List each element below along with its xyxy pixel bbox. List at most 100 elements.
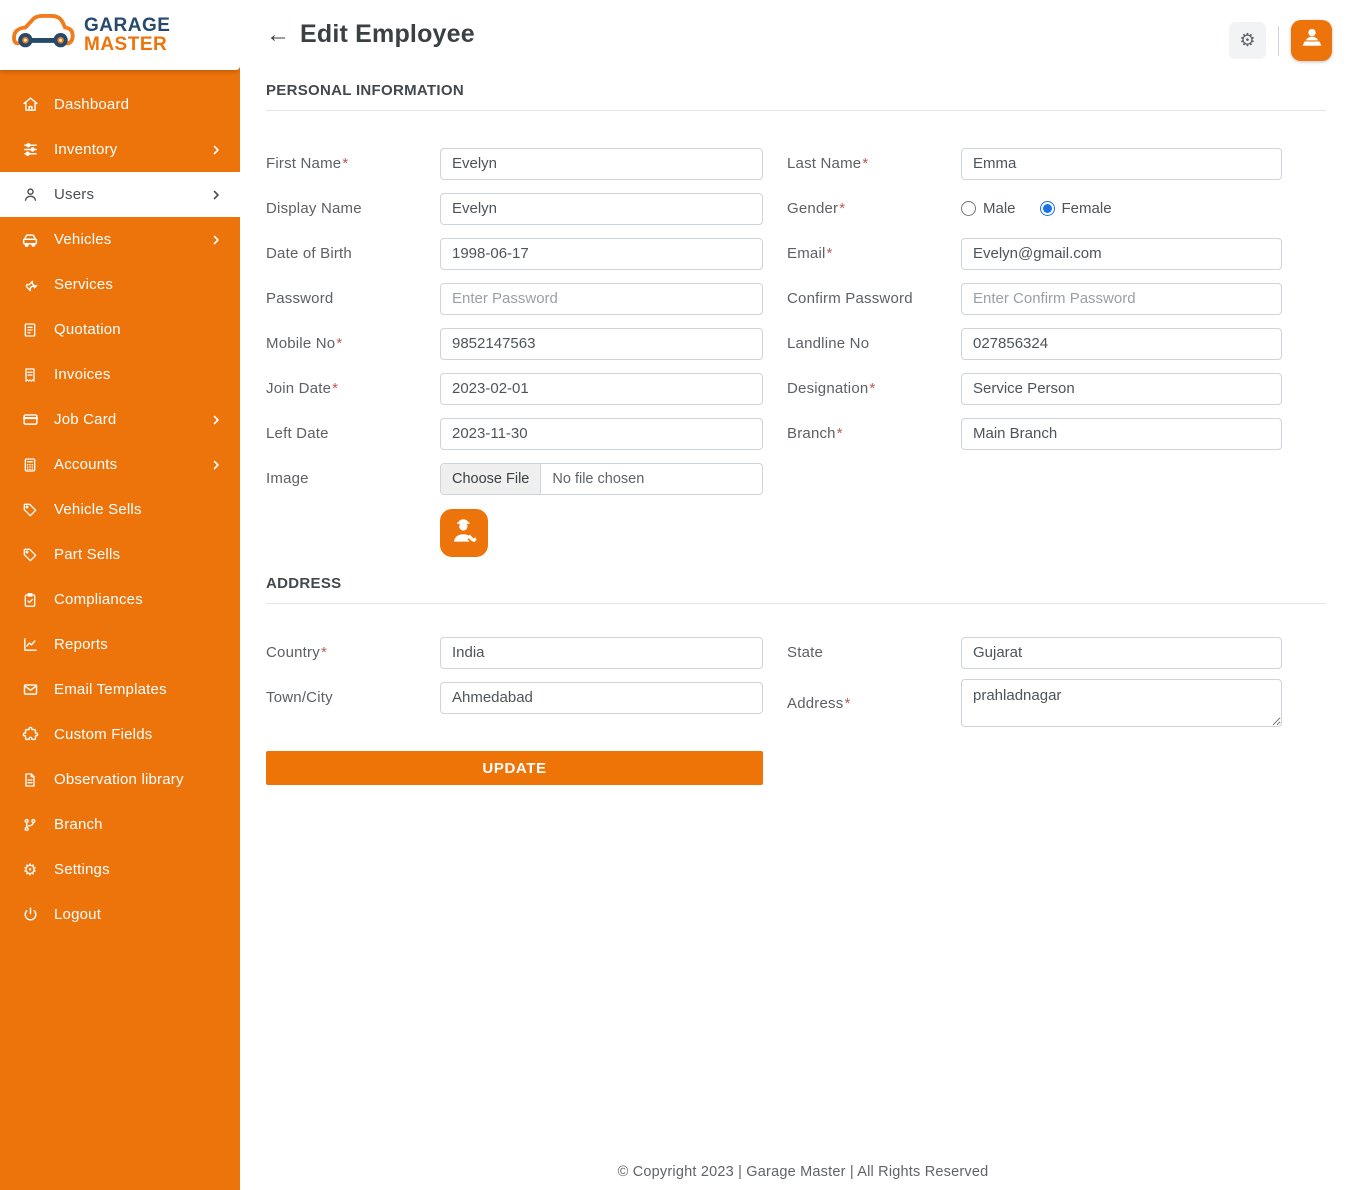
- email-input[interactable]: [961, 237, 1282, 270]
- sidebar-item-label: Settings: [54, 861, 110, 878]
- sidebar-item-settings[interactable]: ⚙ Settings: [0, 847, 240, 892]
- sidebar-item-vehicle-sells[interactable]: Vehicle Sells: [0, 487, 240, 532]
- chevron-right-icon: [210, 414, 222, 426]
- gender-female-option[interactable]: Female: [1039, 200, 1112, 217]
- display-name-label: Display Name: [266, 200, 362, 217]
- update-button[interactable]: UPDATE: [266, 751, 763, 785]
- sidebar-item-label: Invoices: [54, 366, 111, 383]
- sidebar-item-dashboard[interactable]: Dashboard: [0, 82, 240, 127]
- last-name-input[interactable]: [961, 147, 1282, 180]
- sidebar-item-quotation[interactable]: Quotation: [0, 307, 240, 352]
- sidebar-item-reports[interactable]: Reports: [0, 622, 240, 667]
- settings-button[interactable]: ⚙: [1229, 22, 1266, 59]
- town-city-label: Town/City: [266, 689, 333, 706]
- car-icon: [20, 230, 40, 250]
- git-branch-icon: [20, 815, 40, 835]
- page-title: Edit Employee: [300, 20, 475, 48]
- gender-male-option[interactable]: Male: [961, 200, 1016, 217]
- confirm-password-row: Confirm Password: [787, 276, 1282, 321]
- country-input[interactable]: [440, 636, 763, 669]
- last-name-row: Last Name*: [787, 141, 1282, 186]
- landline-no-row: Landline No: [787, 321, 1282, 366]
- town-city-input[interactable]: [440, 681, 763, 714]
- sidebar-item-label: Job Card: [54, 411, 117, 428]
- sidebar-item-inventory[interactable]: Inventory: [0, 127, 240, 172]
- landline-no-label: Landline No: [787, 335, 870, 352]
- main-content: ← Edit Employee ⚙ PERSONAL INFORMATION F…: [240, 0, 1366, 1190]
- home-icon: [20, 95, 40, 115]
- sidebar-item-label: Reports: [54, 636, 108, 653]
- sidebar-item-label: Users: [54, 186, 95, 203]
- display-name-row: Display Name: [266, 186, 763, 231]
- sidebar-item-vehicles[interactable]: Vehicles: [0, 217, 240, 262]
- file-status-text: No file chosen: [552, 470, 645, 487]
- sidebar-item-job-card[interactable]: Job Card: [0, 397, 240, 442]
- display-name-input[interactable]: [440, 192, 763, 225]
- chart-line-icon: [20, 635, 40, 655]
- designation-input[interactable]: [961, 372, 1282, 405]
- profile-avatar[interactable]: [1291, 20, 1332, 61]
- gender-radio-group: Male Female: [961, 200, 1112, 217]
- sliders-icon: [20, 140, 40, 160]
- edit-employee-form: PERSONAL INFORMATION First Name* Display…: [240, 82, 1366, 785]
- address-row: Address* prahladnagar: [787, 675, 1282, 731]
- first-name-input[interactable]: [440, 147, 763, 180]
- left-date-label: Left Date: [266, 425, 329, 442]
- mobile-no-input[interactable]: [440, 327, 763, 360]
- receipt-icon: [20, 365, 40, 385]
- join-date-row: Join Date*: [266, 366, 763, 411]
- branch-label: Branch*: [787, 425, 843, 442]
- image-file-input[interactable]: Choose File No file chosen: [440, 462, 763, 495]
- sidebar-item-branch[interactable]: Branch: [0, 802, 240, 847]
- sidebar-item-part-sells[interactable]: Part Sells: [0, 532, 240, 577]
- mobile-no-label: Mobile No*: [266, 335, 343, 352]
- wrench-icon: [20, 275, 40, 295]
- sidebar-item-email-templates[interactable]: Email Templates: [0, 667, 240, 712]
- sidebar-item-accounts[interactable]: Accounts: [0, 442, 240, 487]
- left-date-input[interactable]: [440, 417, 763, 450]
- join-date-input[interactable]: [440, 372, 763, 405]
- sidebar-item-services[interactable]: Services: [0, 262, 240, 307]
- sidebar-item-label: Compliances: [54, 591, 143, 608]
- back-arrow-icon[interactable]: ←: [266, 22, 290, 47]
- landline-no-input[interactable]: [961, 327, 1282, 360]
- mobile-no-row: Mobile No*: [266, 321, 763, 366]
- chevron-right-icon: [210, 144, 222, 156]
- address-left-column: Country* Town/City: [266, 630, 763, 720]
- sidebar-item-label: Services: [54, 276, 114, 293]
- gender-female-radio[interactable]: [1039, 201, 1055, 216]
- sidebar-item-observation-library[interactable]: Observation library: [0, 757, 240, 802]
- sidebar: GARAGE MASTER Dashboard Inventory Users Veh…: [0, 0, 240, 1190]
- credit-card-icon: [20, 410, 40, 430]
- footer-copyright: © Copyright 2023 | Garage Master | All R…: [617, 1164, 989, 1180]
- sidebar-item-compliances[interactable]: Compliances: [0, 577, 240, 622]
- garage-master-car-wrench-logo-icon: [10, 11, 76, 60]
- branch-row: Branch*: [787, 411, 1282, 456]
- personal-information-heading: PERSONAL INFORMATION: [266, 82, 464, 99]
- file-icon: [20, 770, 40, 790]
- choose-file-button[interactable]: Choose File: [441, 463, 542, 494]
- state-input[interactable]: [961, 636, 1282, 669]
- branch-input[interactable]: [961, 417, 1282, 450]
- image-label: Image: [266, 470, 309, 487]
- sidebar-item-custom-fields[interactable]: Custom Fields: [0, 712, 240, 757]
- sidebar-item-invoices[interactable]: Invoices: [0, 352, 240, 397]
- file-invoice-icon: [20, 320, 40, 340]
- state-row: State: [787, 630, 1282, 675]
- user-icon: [20, 185, 40, 205]
- confirm-password-input[interactable]: [961, 282, 1282, 315]
- brand-logo[interactable]: GARAGE MASTER: [0, 0, 240, 70]
- tag-icon: [20, 500, 40, 520]
- gender-male-radio[interactable]: [961, 201, 976, 216]
- calculator-icon: [20, 455, 40, 475]
- address-textarea[interactable]: prahladnagar: [961, 679, 1282, 727]
- sidebar-item-label: Custom Fields: [54, 726, 153, 743]
- country-label: Country*: [266, 644, 327, 661]
- sidebar-item-users[interactable]: Users: [0, 172, 240, 217]
- sidebar-item-logout[interactable]: Logout: [0, 892, 240, 937]
- password-input[interactable]: [440, 282, 763, 315]
- date-of-birth-input[interactable]: [440, 237, 763, 270]
- section-divider: [266, 110, 1326, 111]
- password-row: Password: [266, 276, 763, 321]
- envelope-icon: [20, 680, 40, 700]
